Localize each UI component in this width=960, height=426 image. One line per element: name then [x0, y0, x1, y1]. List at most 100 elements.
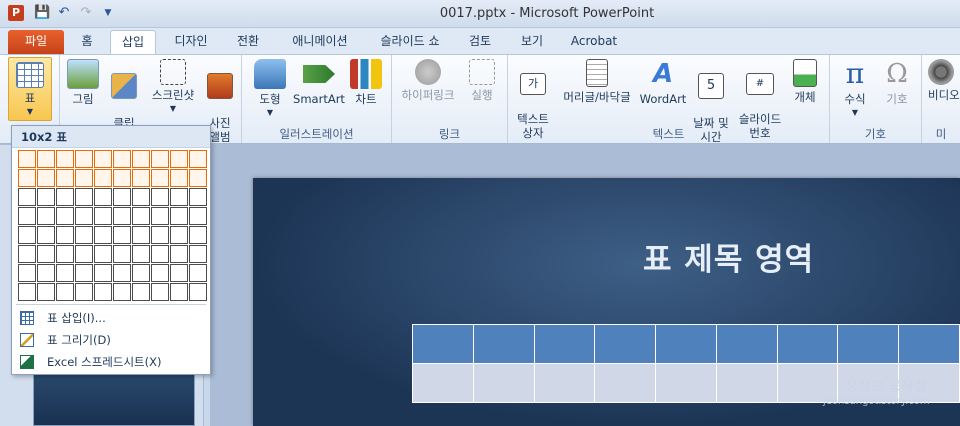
table-cell[interactable]: [533, 324, 596, 364]
hyperlink-button[interactable]: 하이퍼링크: [396, 59, 460, 102]
wordart-button[interactable]: A WordArt: [636, 59, 690, 106]
grid-cell[interactable]: [189, 188, 207, 206]
grid-cell[interactable]: [170, 264, 188, 282]
action-button[interactable]: 실행: [464, 59, 500, 102]
shapes-button[interactable]: 도형 ▼: [252, 59, 288, 120]
grid-cell[interactable]: [37, 226, 55, 244]
table-cell[interactable]: [898, 324, 960, 364]
table-cell[interactable]: [655, 324, 717, 364]
object-button[interactable]: 개체: [788, 59, 822, 104]
grid-cell[interactable]: [151, 283, 169, 301]
grid-cell[interactable]: [132, 150, 150, 168]
grid-cell[interactable]: [113, 226, 131, 244]
table-cell[interactable]: [472, 363, 535, 403]
grid-cell[interactable]: [94, 150, 112, 168]
menu-item-insert-table[interactable]: 표 삽입(I)...: [12, 307, 210, 329]
grid-cell[interactable]: [37, 150, 55, 168]
grid-cell[interactable]: [18, 150, 36, 168]
grid-cell[interactable]: [56, 283, 74, 301]
grid-cell[interactable]: [113, 264, 131, 282]
tab-transitions[interactable]: 전환: [230, 30, 266, 54]
slide-thumbnail[interactable]: [33, 370, 195, 426]
grid-cell[interactable]: [94, 264, 112, 282]
grid-cell[interactable]: [189, 264, 207, 282]
table-cell[interactable]: [837, 324, 900, 364]
grid-cell[interactable]: [56, 245, 74, 263]
table-cell[interactable]: [594, 324, 657, 364]
tab-view[interactable]: 보기: [514, 30, 550, 54]
grid-cell[interactable]: [170, 169, 188, 187]
grid-cell[interactable]: [75, 169, 93, 187]
grid-cell[interactable]: [189, 207, 207, 225]
grid-cell[interactable]: [132, 245, 150, 263]
grid-cell[interactable]: [94, 207, 112, 225]
grid-cell[interactable]: [18, 169, 36, 187]
grid-cell[interactable]: [113, 207, 131, 225]
chart-button[interactable]: 차트: [348, 59, 384, 106]
grid-cell[interactable]: [151, 169, 169, 187]
table-cell[interactable]: [594, 363, 657, 403]
tab-animations[interactable]: 애니메이션: [280, 30, 360, 54]
grid-cell[interactable]: [37, 245, 55, 263]
grid-cell[interactable]: [75, 283, 93, 301]
grid-cell[interactable]: [37, 283, 55, 301]
grid-cell[interactable]: [132, 188, 150, 206]
table-cell[interactable]: [412, 363, 474, 403]
grid-cell[interactable]: [18, 245, 36, 263]
grid-cell[interactable]: [151, 207, 169, 225]
grid-cell[interactable]: [151, 150, 169, 168]
table-cell[interactable]: [533, 363, 596, 403]
grid-cell[interactable]: [189, 150, 207, 168]
grid-cell[interactable]: [94, 169, 112, 187]
grid-cell[interactable]: [56, 169, 74, 187]
grid-cell[interactable]: [94, 245, 112, 263]
grid-cell[interactable]: [56, 226, 74, 244]
table-cell[interactable]: [472, 324, 535, 364]
picture-button[interactable]: 그림: [66, 59, 100, 106]
equation-button[interactable]: π 수식 ▼: [836, 59, 874, 120]
grid-cell[interactable]: [189, 169, 207, 187]
tab-insert[interactable]: 삽입: [110, 30, 156, 54]
table-button[interactable]: 표 ▼: [8, 57, 52, 121]
slide-title[interactable]: 표 제목 영역: [643, 234, 814, 279]
table-size-grid[interactable]: [18, 150, 207, 301]
grid-cell[interactable]: [189, 245, 207, 263]
grid-cell[interactable]: [189, 283, 207, 301]
grid-cell[interactable]: [75, 207, 93, 225]
screenshot-button[interactable]: 스크린샷 ▼: [146, 59, 200, 116]
grid-cell[interactable]: [132, 169, 150, 187]
grid-cell[interactable]: [94, 226, 112, 244]
grid-cell[interactable]: [56, 150, 74, 168]
grid-cell[interactable]: [151, 188, 169, 206]
grid-cell[interactable]: [37, 188, 55, 206]
grid-cell[interactable]: [132, 283, 150, 301]
grid-cell[interactable]: [132, 207, 150, 225]
grid-cell[interactable]: [75, 245, 93, 263]
grid-cell[interactable]: [151, 226, 169, 244]
grid-cell[interactable]: [94, 283, 112, 301]
grid-cell[interactable]: [18, 207, 36, 225]
table-cell[interactable]: [715, 363, 778, 403]
grid-cell[interactable]: [170, 226, 188, 244]
smartart-button[interactable]: SmartArt: [292, 59, 346, 106]
grid-cell[interactable]: [113, 245, 131, 263]
grid-cell[interactable]: [75, 226, 93, 244]
table-cell[interactable]: [715, 324, 778, 364]
menu-item-excel-spreadsheet[interactable]: Excel 스프레드시트(X): [12, 351, 210, 373]
grid-cell[interactable]: [56, 188, 74, 206]
grid-cell[interactable]: [151, 245, 169, 263]
grid-cell[interactable]: [170, 245, 188, 263]
grid-cell[interactable]: [113, 169, 131, 187]
table-cell[interactable]: [412, 324, 474, 364]
tab-home[interactable]: 홈: [72, 30, 102, 54]
grid-cell[interactable]: [18, 264, 36, 282]
grid-cell[interactable]: [170, 150, 188, 168]
tab-slideshow[interactable]: 슬라이드 쇼: [370, 30, 450, 54]
menu-item-draw-table[interactable]: 표 그리기(D): [12, 329, 210, 351]
grid-cell[interactable]: [75, 264, 93, 282]
grid-cell[interactable]: [170, 188, 188, 206]
grid-cell[interactable]: [18, 283, 36, 301]
table-cell[interactable]: [655, 363, 717, 403]
grid-cell[interactable]: [113, 150, 131, 168]
video-button[interactable]: 비디오: [928, 59, 960, 102]
